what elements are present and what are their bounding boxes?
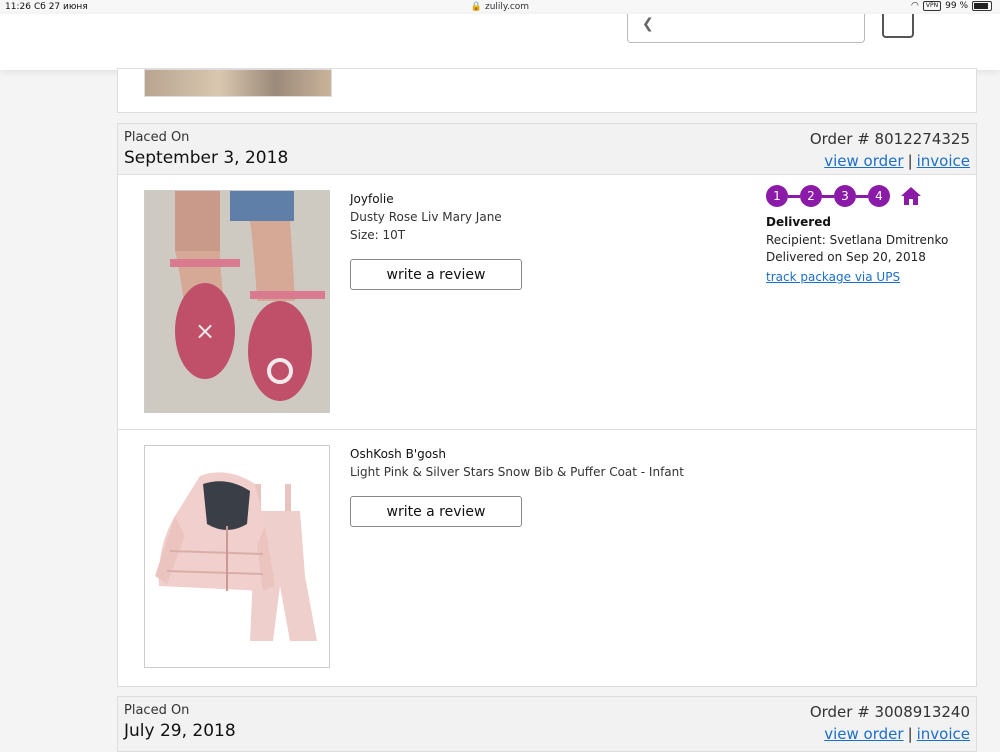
previous-order-item [117,68,977,113]
order-header: Placed On September 3, 2018 Order # 8012… [117,123,977,175]
product-size: Size: 10T [350,228,406,242]
order-links: view order | invoice [824,152,970,170]
home-icon [901,187,921,205]
tracker-step-3: 3 [834,185,856,207]
tracker-connector [822,194,834,198]
order-number: Order # 8012274325 [809,130,970,148]
search-icon: ❮ [642,16,654,32]
vpn-badge: VPN [922,1,942,11]
order-header: Placed On July 29, 2018 Order # 30089132… [117,696,977,752]
order-item: OshKosh B'gosh Light Pink & Silver Stars… [117,429,977,687]
track-package-link[interactable]: track package via UPS [766,270,900,284]
snowsuit-photo [145,446,329,667]
ios-status-bar: 11:26 Сб 27 июня 🔒 zulily.com ◠ VPN 99 % [0,0,1000,14]
search-input[interactable]: ❮ [627,14,865,43]
product-image[interactable]: × [144,190,330,413]
order-item: × Joyfolie Dusty Rose Liv Mary Jane Size… [117,174,977,431]
order-links: view order | invoice [824,725,970,743]
placed-date: September 3, 2018 [124,148,289,168]
tracker-connector [788,194,800,198]
wifi-icon: ◠ [911,1,919,11]
placed-on-label: Placed On [124,130,190,145]
product-name: Light Pink & Silver Stars Snow Bib & Puf… [350,465,684,479]
basket-icon[interactable] [882,14,914,38]
url-text: zulily.com [485,2,530,12]
shipment-tracker: 1 2 3 4 [766,185,922,207]
delivered-date: Delivered on Sep 20, 2018 [766,250,926,264]
svg-text:×: × [195,317,215,345]
product-brand: OshKosh B'gosh [350,447,446,461]
placed-on-label: Placed On [124,703,190,718]
tracker-step-1: 1 [766,185,788,207]
invoice-link[interactable]: invoice [917,152,970,170]
order-number: Order # 3008913240 [809,703,970,721]
recipient: Recipient: Svetlana Dmitrenko [766,233,949,247]
tracker-step-4: 4 [868,185,890,207]
shoes-photo: × [145,191,329,412]
site-header: ❮ [0,14,1000,70]
view-order-link[interactable]: view order [824,725,903,743]
view-order-link[interactable]: view order [824,152,903,170]
write-review-button[interactable]: write a review [350,496,522,527]
link-separator: | [907,725,913,743]
tracker-connector [856,194,868,198]
product-image[interactable] [144,69,332,97]
tracker-step-2: 2 [800,185,822,207]
invoice-link[interactable]: invoice [917,725,970,743]
write-review-button[interactable]: write a review [350,259,522,290]
product-image[interactable] [144,445,330,668]
product-brand: Joyfolie [350,192,394,206]
product-name: Dusty Rose Liv Mary Jane [350,210,502,224]
status-indicators: ◠ VPN 99 % [911,1,992,11]
delivery-status: Delivered [766,215,831,229]
link-separator: | [907,152,913,170]
url-bar[interactable]: 🔒 zulily.com [0,2,1000,12]
battery-icon [972,1,992,11]
placed-date: July 29, 2018 [124,721,236,741]
battery-percent: 99 % [945,1,968,11]
